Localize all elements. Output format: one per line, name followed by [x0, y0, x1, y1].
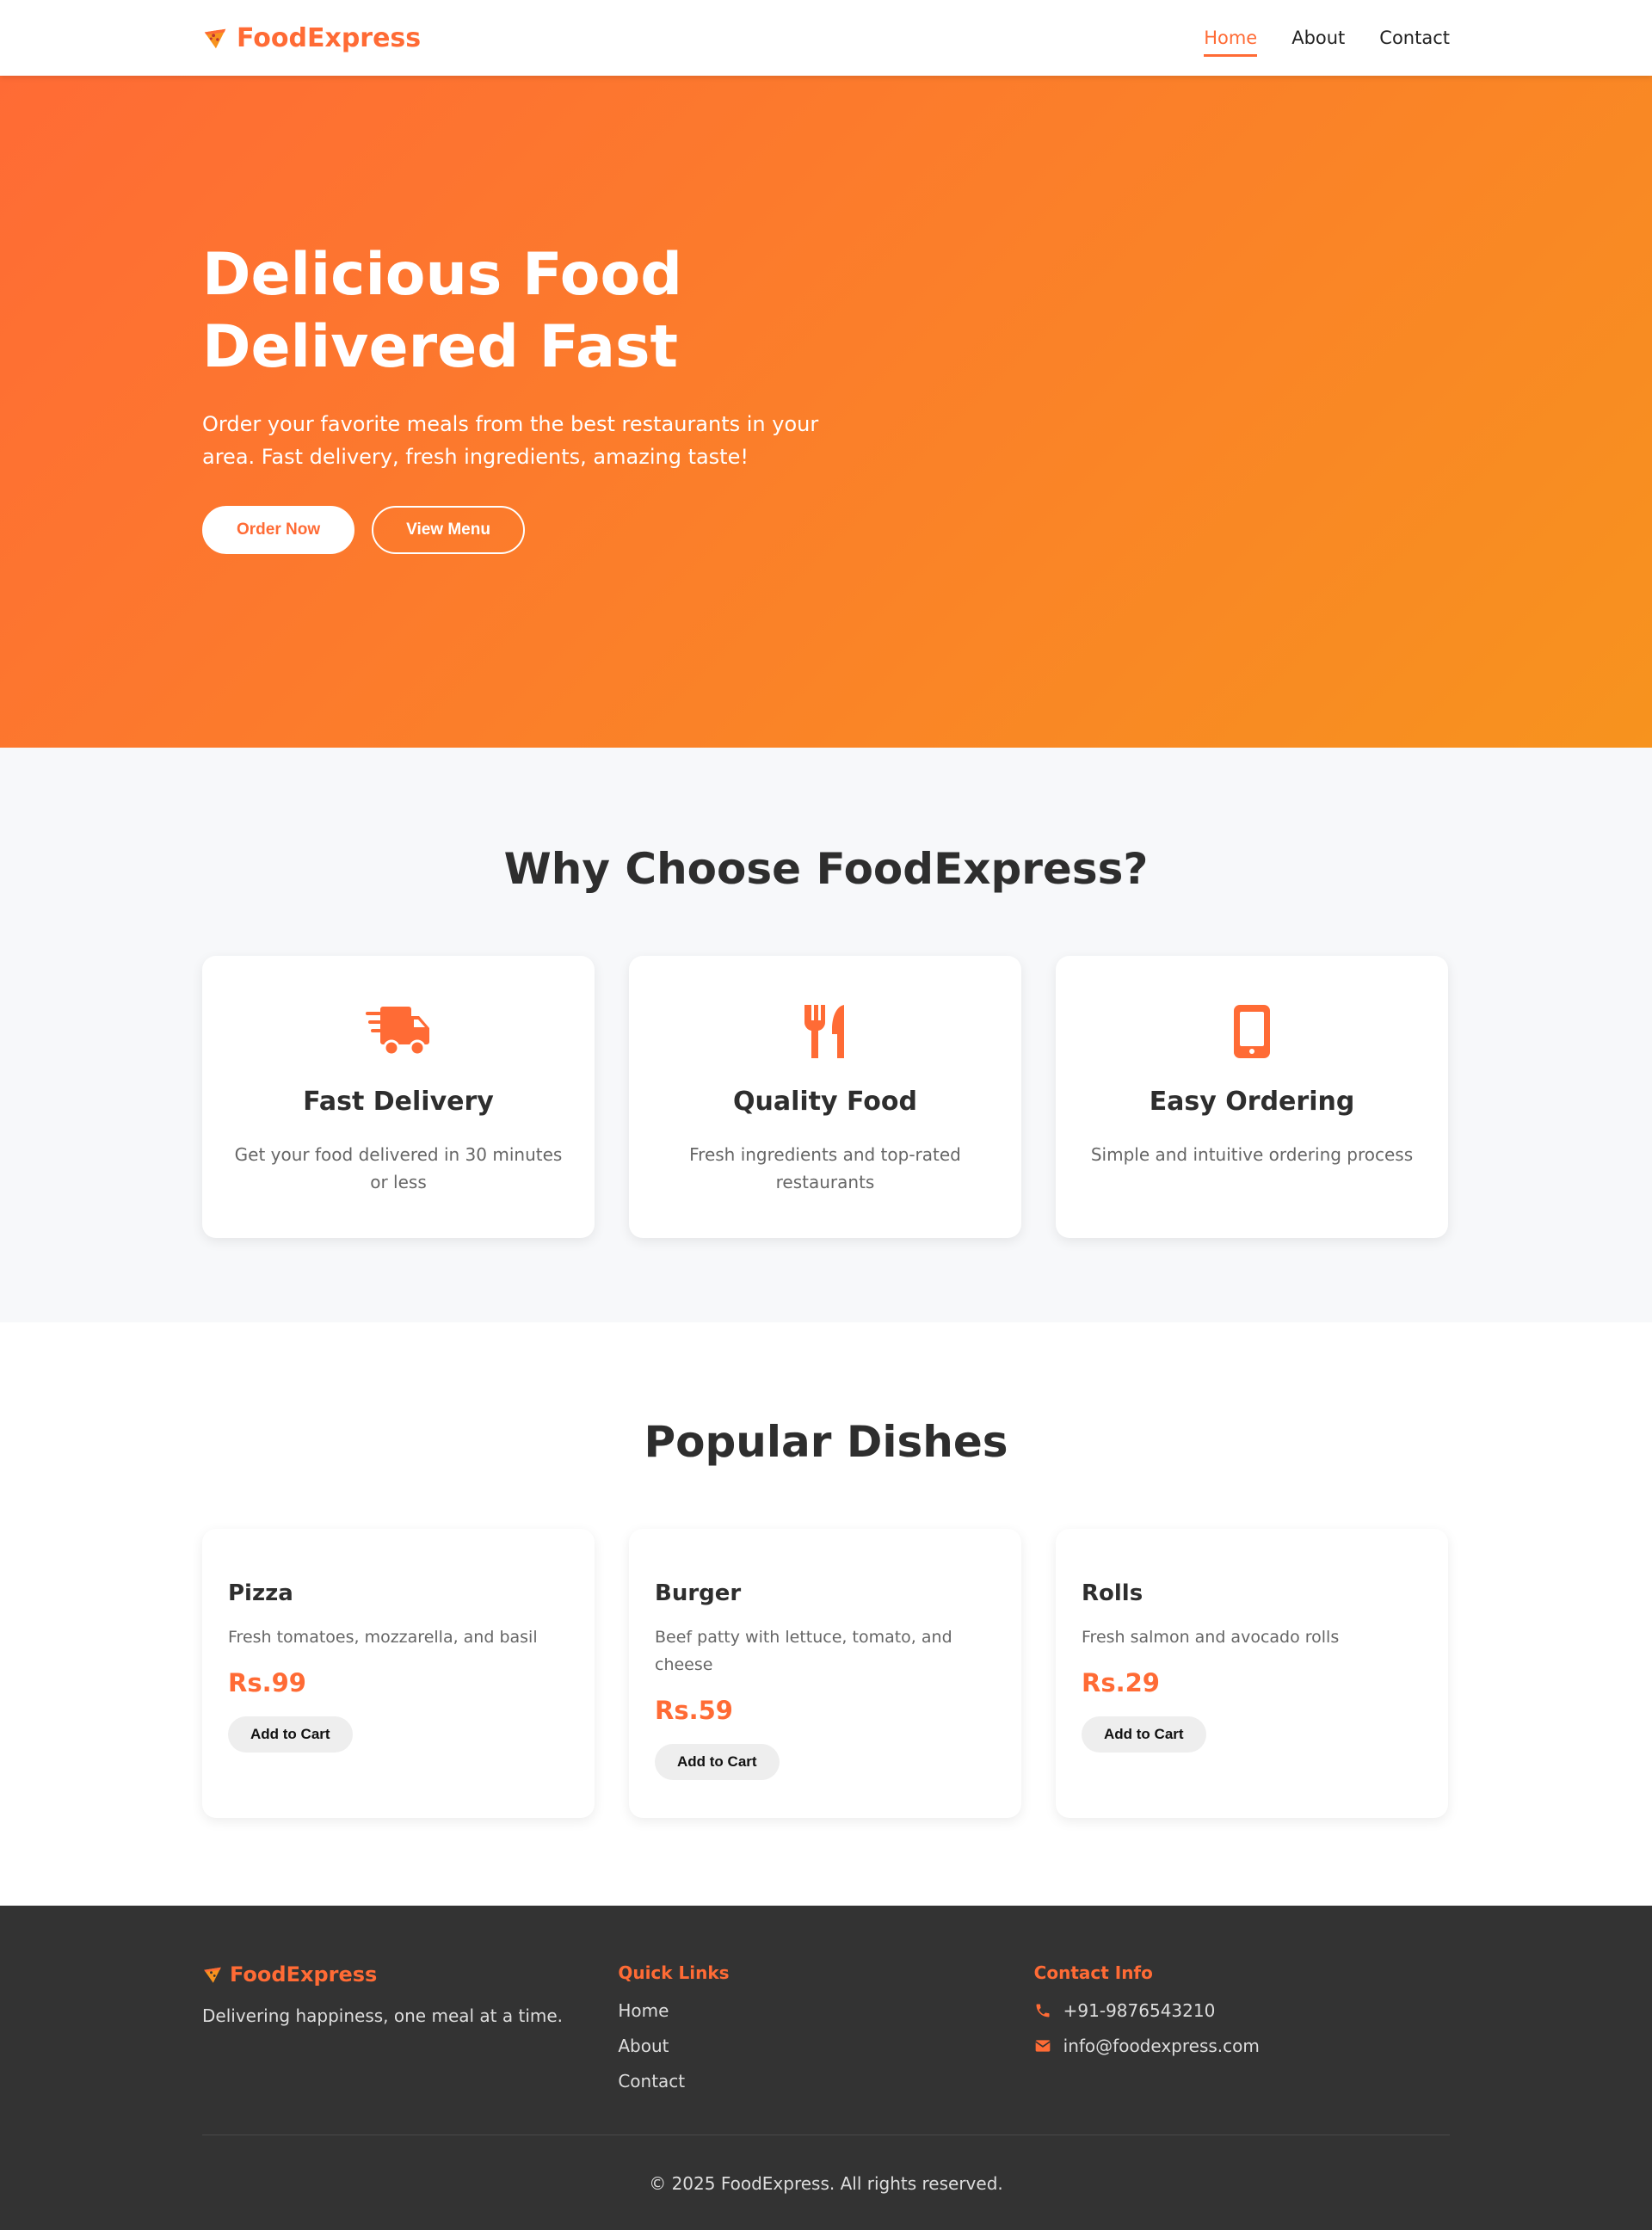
hero-title: Delicious Food Delivered Fast: [202, 241, 682, 381]
brand-logo[interactable]: FoodExpress: [202, 23, 421, 53]
order-now-button[interactable]: Order Now: [202, 506, 355, 554]
feature-title: Quality Food: [733, 1087, 917, 1117]
footer-copyright: © 2025 FoodExpress. All rights reserved.: [202, 2135, 1450, 2194]
view-menu-button[interactable]: View Menu: [372, 506, 525, 554]
footer-brand-column: FoodExpress Delivering happiness, one me…: [202, 1962, 618, 2091]
features-section: Why Choose FoodExpress? Fast Delivery Ge…: [0, 748, 1652, 1322]
footer-columns: FoodExpress Delivering happiness, one me…: [202, 1962, 1450, 2091]
add-to-cart-button[interactable]: Add to Cart: [1082, 1716, 1206, 1753]
phone-icon: [1036, 2004, 1050, 2017]
dish-name: Burger: [655, 1580, 742, 1606]
dish-price: Rs.29: [1082, 1668, 1160, 1697]
hero-section: Delicious Food Delivered Fast Order your…: [0, 76, 1652, 748]
dish-description: Beef patty with lettuce, tomato, and che…: [655, 1628, 952, 1674]
dish-price: Rs.99: [228, 1668, 306, 1697]
footer-brand[interactable]: FoodExpress: [202, 1962, 618, 1987]
dish-name: Pizza: [228, 1580, 293, 1606]
feature-card-quality-food: Quality Food Fresh ingredients and top-r…: [629, 956, 1021, 1238]
feature-title: Easy Ordering: [1149, 1087, 1355, 1117]
brand-name: FoodExpress: [237, 22, 422, 53]
feature-card-easy-ordering: Easy Ordering Simple and intuitive order…: [1056, 956, 1448, 1238]
navbar: FoodExpress Home About Contact: [0, 0, 1652, 76]
feature-title: Fast Delivery: [303, 1087, 494, 1117]
footer-quick-links-column: Quick Links Home About Contact: [618, 1962, 1033, 2091]
quick-links-list: Home About Contact: [618, 2000, 1033, 2091]
mobile-icon: [1217, 1001, 1286, 1063]
utensils-icon: [791, 1001, 860, 1063]
dishes-section: Popular Dishes Pizza Fresh tomatoes, moz…: [0, 1322, 1652, 1906]
footer: FoodExpress Delivering happiness, one me…: [0, 1906, 1652, 2230]
feature-text: Simple and intuitive ordering process: [1090, 1144, 1414, 1165]
footer-tagline: Delivering happiness, one meal at a time…: [202, 2005, 564, 2026]
dish-card-rolls: Rolls Fresh salmon and avocado rolls Rs.…: [1056, 1529, 1448, 1818]
dishes-title: Popular Dishes: [644, 1417, 1008, 1467]
feature-text: Get your food delivered in 30 minutes or…: [234, 1144, 563, 1192]
hero-buttons: Order Now View Menu: [202, 506, 1450, 554]
email-address: info@foodexpress.com: [1063, 2036, 1260, 2056]
feature-text: Fresh ingredients and top-rated restaura…: [689, 1144, 961, 1192]
dish-description: Fresh tomatoes, mozzarella, and basil: [228, 1628, 538, 1647]
dish-price: Rs.59: [655, 1696, 733, 1725]
dish-name: Rolls: [1082, 1580, 1143, 1606]
phone-number: +91-9876543210: [1063, 2000, 1216, 2021]
footer-link-about[interactable]: About: [618, 2036, 1033, 2056]
dish-card-burger: Burger Beef patty with lettuce, tomato, …: [629, 1529, 1021, 1818]
quick-links-heading: Quick Links: [618, 1962, 730, 1983]
dish-cards: Pizza Fresh tomatoes, mozzarella, and ba…: [202, 1529, 1450, 1818]
hero-subtitle: Order your favorite meals from the best …: [202, 412, 819, 469]
contact-info-heading: Contact Info: [1033, 1962, 1153, 1983]
pizza-icon: [204, 28, 226, 49]
footer-contact-column: Contact Info +91-9876543210 info@foodexp…: [1034, 1962, 1450, 2091]
footer-link-home[interactable]: Home: [618, 2000, 1033, 2021]
nav-link-about[interactable]: About: [1291, 22, 1345, 53]
contact-email: info@foodexpress.com: [1034, 2036, 1450, 2056]
nav-link-contact[interactable]: Contact: [1379, 22, 1450, 53]
feature-cards: Fast Delivery Get your food delivered in…: [202, 956, 1450, 1238]
nav-link-home[interactable]: Home: [1204, 22, 1258, 57]
dish-description: Fresh salmon and avocado rolls: [1082, 1628, 1340, 1647]
truck-icon: [364, 1001, 433, 1063]
envelope-icon: [1034, 2040, 1051, 2052]
contact-info-list: +91-9876543210 info@foodexpress.com: [1034, 2000, 1450, 2056]
pizza-icon: [204, 1967, 221, 1983]
footer-link-contact[interactable]: Contact: [618, 2071, 1033, 2091]
footer-brand-name: FoodExpress: [230, 1962, 378, 1987]
nav-links: Home About Contact: [1204, 22, 1450, 57]
add-to-cart-button[interactable]: Add to Cart: [228, 1716, 353, 1753]
feature-card-fast-delivery: Fast Delivery Get your food delivered in…: [202, 956, 595, 1238]
features-title: Why Choose FoodExpress?: [503, 844, 1149, 894]
add-to-cart-button[interactable]: Add to Cart: [655, 1744, 780, 1780]
contact-phone: +91-9876543210: [1034, 2000, 1450, 2021]
dish-card-pizza: Pizza Fresh tomatoes, mozzarella, and ba…: [202, 1529, 595, 1818]
